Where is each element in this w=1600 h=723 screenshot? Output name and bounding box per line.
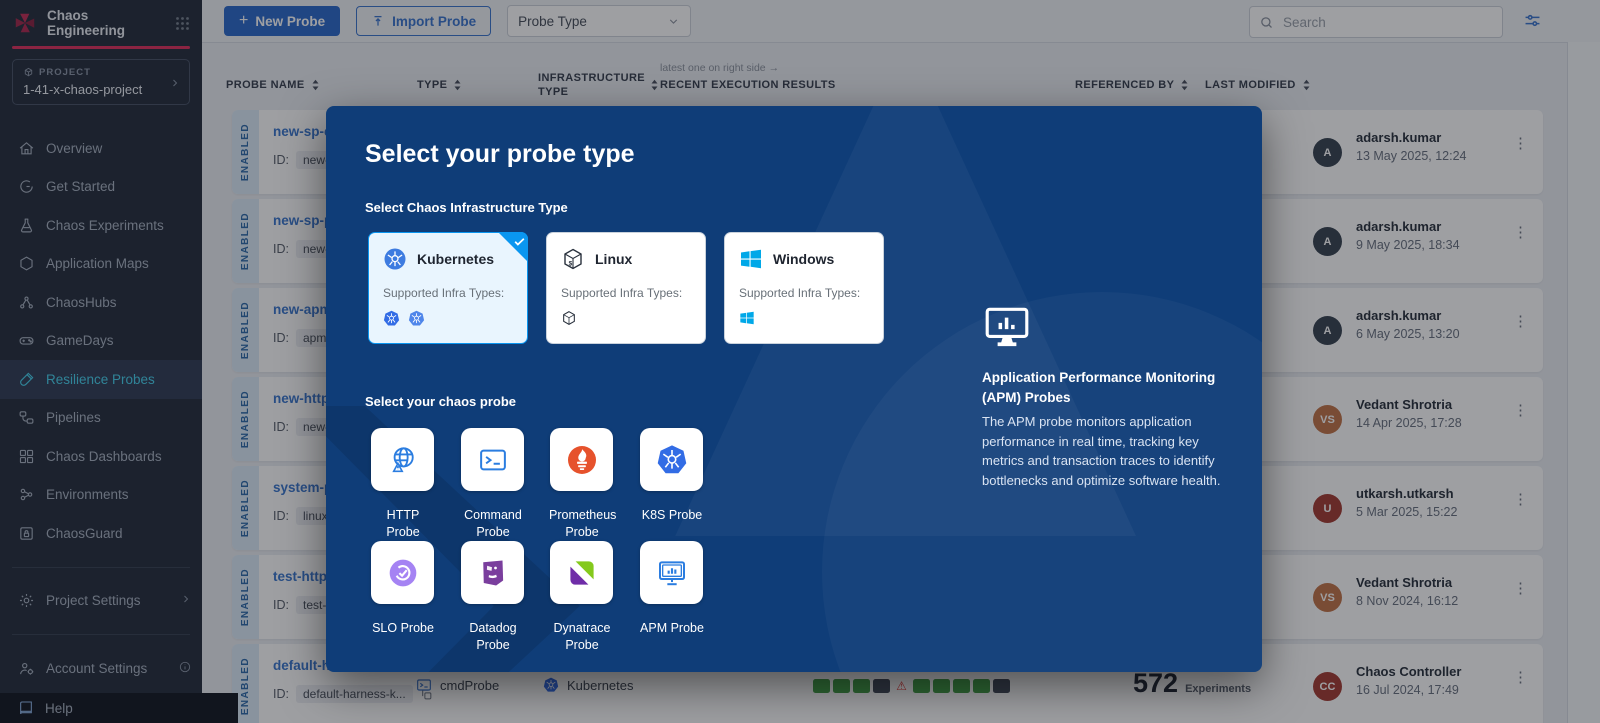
supported-infra-label: Supported Infra Types: <box>383 286 513 300</box>
probe-tile-label: HTTP Probe <box>370 507 436 541</box>
prometheus-icon <box>566 444 598 476</box>
terminal-icon <box>478 445 508 475</box>
check-icon <box>513 235 526 248</box>
kubernetes-icon <box>408 310 425 327</box>
probe-tile-k8s[interactable] <box>640 428 703 491</box>
infra-card-linux[interactable]: $ Linux Supported Infra Types: <box>546 232 706 344</box>
http-globe-warning-icon <box>387 444 419 476</box>
probe-tile-label: APM Probe <box>639 620 705 637</box>
kubernetes-icon <box>656 444 688 476</box>
apm-monitor-icon-large <box>982 302 1032 357</box>
svg-text:$: $ <box>569 261 573 268</box>
app-root: Chaos Engineering PROJECT 1-41-x-chaos-p… <box>0 0 1600 723</box>
windows-icon <box>739 247 763 271</box>
kubernetes-icon <box>383 247 407 271</box>
probe-section-label: Select your chaos probe <box>365 394 516 409</box>
probe-tile-http[interactable] <box>371 428 434 491</box>
infra-card-name: Windows <box>773 251 834 267</box>
infra-section-label: Select Chaos Infrastructure Type <box>365 200 568 215</box>
slo-gauge-icon <box>387 557 419 589</box>
probe-tile-label: Dynatrace Probe <box>549 620 615 654</box>
apm-monitor-icon <box>656 557 688 589</box>
windows-icon <box>739 310 755 326</box>
probe-tile-label: Datadog Probe <box>460 620 526 654</box>
supported-infra-label: Supported Infra Types: <box>561 286 691 300</box>
infra-card-name: Kubernetes <box>417 251 494 267</box>
linux-icon: $ <box>561 247 585 271</box>
supported-infra-icons <box>383 310 513 327</box>
supported-infra-label: Supported Infra Types: <box>739 286 869 300</box>
dynatrace-icon <box>566 557 598 589</box>
probe-tile-label: Command Probe <box>460 507 526 541</box>
probe-type-modal: Select your probe type Select Chaos Infr… <box>326 106 1262 672</box>
probe-tile-datadog[interactable] <box>461 541 524 604</box>
probe-tile-prometheus[interactable] <box>550 428 613 491</box>
probe-tile-label: SLO Probe <box>370 620 436 637</box>
datadog-icon <box>478 558 508 588</box>
infra-card-header: Windows <box>739 247 869 271</box>
probe-tile-dynatrace[interactable] <box>550 541 613 604</box>
infra-card-kubernetes[interactable]: Kubernetes Supported Infra Types: <box>368 232 528 344</box>
selected-check-corner <box>498 232 528 262</box>
supported-infra-icons <box>739 310 869 326</box>
kubernetes-icon <box>383 310 400 327</box>
probe-tile-command[interactable] <box>461 428 524 491</box>
infra-card-name: Linux <box>595 251 632 267</box>
infra-card-windows[interactable]: Windows Supported Infra Types: <box>724 232 884 344</box>
probe-info-heading: Application Performance Monitoring (APM)… <box>982 368 1252 407</box>
supported-infra-icons <box>561 310 691 326</box>
probe-tile-label: K8S Probe <box>639 507 705 524</box>
linux-icon <box>561 310 577 326</box>
infra-card-header: $ Linux <box>561 247 691 271</box>
probe-tile-label: Prometheus Probe <box>549 507 615 541</box>
probe-info-body: The APM probe monitors application perfo… <box>982 412 1228 490</box>
probe-tile-slo[interactable] <box>371 541 434 604</box>
infra-card-header: Kubernetes <box>383 247 513 271</box>
modal-title: Select your probe type <box>365 140 635 169</box>
probe-tile-apm[interactable] <box>640 541 703 604</box>
